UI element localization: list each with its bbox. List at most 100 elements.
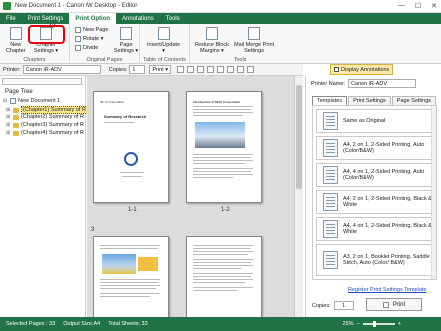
page-tree-toolbar	[2, 78, 82, 85]
copies-label: Copies:	[108, 66, 128, 73]
template-item[interactable]: Same as Original	[316, 109, 435, 133]
mail-merge-label: Mail Merge Print Settings	[234, 42, 275, 54]
page-label: 1-1	[128, 207, 137, 213]
undo-icon[interactable]	[177, 66, 184, 73]
reduce-block-margins-button[interactable]: Reduce Block Margins ▾	[195, 27, 229, 54]
mail-merge-button[interactable]: Mail Merge Print Settings	[234, 27, 274, 54]
page-heading: Summary of Research	[104, 114, 147, 119]
tab-annotations[interactable]: Annotations	[116, 13, 160, 24]
printer-name-select[interactable]: Canon iR-ADV	[347, 79, 416, 88]
template-icon	[323, 139, 338, 157]
move-up-icon[interactable]	[237, 66, 244, 73]
tab-tools[interactable]: Tools	[160, 13, 186, 24]
template-label: A4, 2 on 1, 2-Sided Printing, Black & Wh…	[343, 195, 432, 209]
document-view[interactable]: Mt. IX Corporation Summary of Research 1…	[87, 76, 303, 317]
tab-page-settings[interactable]: Page Settings	[391, 96, 437, 105]
tab-file[interactable]: File	[0, 13, 22, 24]
expand-icon[interactable]: ⊞	[6, 122, 11, 128]
new-chapter-button[interactable]: New Chapter	[6, 27, 26, 54]
printer-name-label: Printer Name:	[311, 80, 345, 87]
zoom-out-icon[interactable]: −	[357, 321, 360, 327]
chapter-settings-highlight	[28, 25, 65, 44]
folder-icon	[13, 107, 19, 113]
copies-spinner[interactable]: 1	[129, 65, 146, 74]
page-heading: Introduction of Mt.IX Corporation	[193, 100, 241, 104]
tab-print-settings-panel[interactable]: Print Settings	[348, 96, 391, 105]
template-item[interactable]: A4, 4 on 1, 2-Sided Printing, Black & Wh…	[316, 217, 435, 241]
scroll-thumb[interactable]	[296, 85, 302, 189]
original-pages-group: New Page Rotate ▾ Divide Page Settings ▾…	[70, 24, 140, 64]
panel-copies-value: 1	[342, 302, 346, 309]
template-label: A4, 4 on 1, 2-Sided Printing, Auto (Colo…	[343, 168, 425, 182]
page-thumbnail[interactable]	[93, 236, 169, 317]
page-thumbnail[interactable]	[186, 236, 262, 317]
print-dropdown[interactable]: Print ▾	[149, 65, 171, 74]
tree-item-label: (Chapter3) Summary of R	[21, 122, 84, 128]
page-thumbnail[interactable]: Mt. IX Corporation Summary of Research	[93, 91, 169, 203]
tree-item-chapter3[interactable]: ⊞ (Chapter3) Summary of R	[6, 122, 84, 128]
photo-image	[195, 122, 245, 148]
new-page-button[interactable]: New Page	[75, 27, 108, 33]
panel-copies-label: Copies:	[312, 302, 331, 309]
template-label: A4, 2 on 1, 2-Sided Printing, Auto (Colo…	[343, 141, 425, 155]
window-title: New Document 1 - Canon iW Desktop - Edit…	[15, 3, 138, 9]
rotate-button[interactable]: Rotate ▾	[75, 36, 104, 42]
tree-item-chapter2[interactable]: ⊞ (Chapter2) Summary of R	[6, 114, 84, 120]
insert-update-button[interactable]: Insert/Update ▾	[147, 27, 180, 54]
redo-icon[interactable]	[187, 66, 194, 73]
print-dropdown-label: Print ▾	[152, 66, 168, 73]
template-icon	[323, 166, 338, 184]
delete-icon[interactable]	[227, 66, 234, 73]
expand-icon[interactable]: ⊞	[6, 107, 11, 113]
page-thumbnail[interactable]: Introduction of Mt.IX Corporation	[186, 91, 262, 203]
printer-select[interactable]: Canon iR-ADV	[22, 65, 101, 74]
collapse-icon[interactable]: ⊟	[3, 98, 8, 104]
cut-icon[interactable]	[197, 66, 204, 73]
move-down-icon[interactable]	[247, 66, 254, 73]
zoom-knob[interactable]	[372, 321, 376, 327]
tools-group: Reduce Block Margins ▾ Mail Merge Print …	[190, 24, 290, 64]
new-page-label: New Page	[83, 27, 109, 33]
template-item[interactable]: A3, 2 on 1, Booklet Printing, Saddle Sti…	[316, 244, 435, 276]
divide-button[interactable]: Divide	[75, 45, 98, 51]
tree-item-document[interactable]: ⊟ New Document 1	[3, 98, 60, 104]
zoom-slider[interactable]	[362, 321, 395, 327]
close-button[interactable]: ✕	[431, 2, 437, 10]
zoom-in-icon[interactable]: +	[398, 321, 401, 327]
map-image	[102, 254, 136, 274]
document-scrollbar[interactable]	[294, 76, 303, 317]
rotate-label: Rotate ▾	[83, 36, 104, 42]
status-bar: Selected Pages : 33 Output Size:A4 Total…	[0, 317, 441, 331]
logo-icon	[124, 152, 138, 166]
rotate-icon	[75, 36, 81, 42]
toc-group: Insert/Update ▾ Table of Contents	[140, 24, 190, 64]
maximize-button[interactable]: ☐	[415, 2, 421, 10]
print-button[interactable]: Print	[366, 298, 422, 311]
paste-icon[interactable]	[217, 66, 224, 73]
template-item[interactable]: A4, 4 on 1, 2-Sided Printing, Auto (Colo…	[316, 163, 435, 187]
page-settings-button[interactable]: Page Settings ▾	[114, 27, 138, 54]
copy-icon[interactable]	[207, 66, 214, 73]
template-icon	[323, 251, 338, 269]
register-template-link[interactable]: Register Print Settings Template	[348, 287, 426, 293]
ribbon-tabs: File Print Settings Print Option Annotat…	[0, 13, 441, 24]
document-toolbar: Printer: Canon iR-ADV Copies: 1 Print ▾	[0, 64, 303, 76]
print-button-label: Print	[392, 301, 406, 308]
tree-item-chapter4[interactable]: ⊞ (Chapter4) Summary of R	[6, 130, 84, 136]
reduce-block-label: Reduce Block Margins ▾	[195, 42, 229, 54]
template-item[interactable]: A4, 2 on 1, 2-Sided Printing, Auto (Colo…	[316, 136, 435, 160]
tab-print-settings[interactable]: Print Settings	[22, 13, 70, 24]
panel-copies-spinner[interactable]: 1	[333, 301, 354, 310]
minimize-button[interactable]: —	[398, 2, 405, 10]
template-label: A4, 4 on 1, 2-Sided Printing, Black & Wh…	[343, 222, 432, 236]
tab-templates[interactable]: Templates	[312, 96, 348, 105]
template-item[interactable]: A4, 2 on 1, 2-Sided Printing, Black & Wh…	[316, 190, 435, 214]
template-scrollbar[interactable]	[431, 106, 436, 279]
output-size-status: Output Size:A4	[63, 321, 101, 327]
tab-print-option[interactable]: Print Option	[69, 13, 117, 24]
printer-label: Printer:	[3, 66, 21, 73]
display-annotations-toggle[interactable]: Display Annotations	[330, 64, 394, 75]
expand-icon[interactable]: ⊞	[6, 114, 11, 120]
tree-item-chapter1[interactable]: ⊞ (Chapter1) Summary of R	[6, 106, 88, 114]
expand-icon[interactable]: ⊞	[6, 130, 11, 136]
